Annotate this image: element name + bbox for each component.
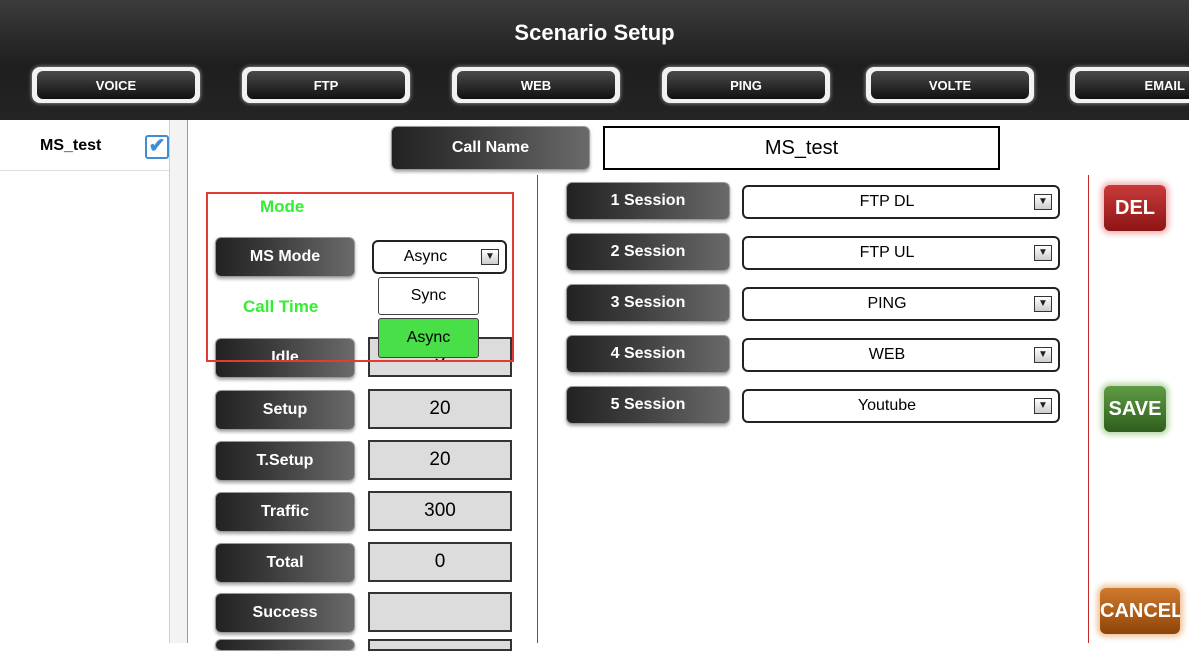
next-row-value[interactable] [368, 639, 512, 651]
session-3-value: PING [867, 295, 907, 312]
session-4-value: WEB [868, 346, 906, 363]
tab-email-label: EMAIL [1075, 71, 1189, 99]
sidebar-scrollbar[interactable] [169, 120, 187, 643]
del-button[interactable]: DEL [1104, 185, 1166, 231]
sidebar: MS_test ✔ [0, 120, 188, 643]
tab-ftp[interactable]: FTP [242, 67, 410, 103]
session-2-select[interactable]: FTP UL ▼ [742, 236, 1060, 270]
sidebar-item-label: MS_test [40, 137, 102, 154]
call-name-input[interactable]: MS_test [603, 126, 1000, 170]
traffic-label: Traffic [215, 492, 355, 532]
session-5-select[interactable]: Youtube ▼ [742, 389, 1060, 423]
dropdown-arrow-icon: ▼ [1034, 347, 1052, 363]
column-divider-right [1088, 175, 1089, 643]
tab-ftp-label: FTP [247, 71, 405, 99]
session-2-value: FTP UL [859, 244, 915, 261]
tab-ping-label: PING [667, 71, 825, 99]
session-1-label: 1 Session [566, 182, 730, 220]
dropdown-arrow-icon: ▼ [1034, 398, 1052, 414]
session-5-value: Youtube [857, 397, 917, 414]
tab-ping[interactable]: PING [662, 67, 830, 103]
tab-volte[interactable]: VOLTE [866, 67, 1034, 103]
setup-value[interactable]: 20 [368, 389, 512, 429]
highlight-box [206, 192, 514, 362]
call-name-label: Call Name [391, 126, 590, 170]
total-value[interactable]: 0 [368, 542, 512, 582]
t-setup-value[interactable]: 20 [368, 440, 512, 480]
tab-web-label: WEB [457, 71, 615, 99]
session-1-value: FTP DL [859, 193, 915, 210]
dropdown-arrow-icon: ▼ [1034, 194, 1052, 210]
total-label: Total [215, 543, 355, 583]
cancel-button[interactable]: CANCEL [1100, 588, 1180, 634]
t-setup-label: T.Setup [215, 441, 355, 481]
save-button[interactable]: SAVE [1104, 386, 1166, 432]
success-label: Success [215, 593, 355, 633]
tab-email[interactable]: EMAIL [1070, 67, 1189, 103]
next-row-label [215, 639, 355, 651]
tab-voice[interactable]: VOICE [32, 67, 200, 103]
session-1-select[interactable]: FTP DL ▼ [742, 185, 1060, 219]
session-3-select[interactable]: PING ▼ [742, 287, 1060, 321]
session-4-label: 4 Session [566, 335, 730, 373]
dropdown-arrow-icon: ▼ [1034, 296, 1052, 312]
session-3-label: 3 Session [566, 284, 730, 322]
column-divider-left [537, 175, 538, 643]
tab-volte-label: VOLTE [871, 71, 1029, 99]
success-value[interactable] [368, 592, 512, 632]
session-5-label: 5 Session [566, 386, 730, 424]
session-2-label: 2 Session [566, 233, 730, 271]
tab-web[interactable]: WEB [452, 67, 620, 103]
sidebar-item-ms-test[interactable]: MS_test ✔ [0, 120, 169, 171]
setup-label: Setup [215, 390, 355, 430]
session-4-select[interactable]: WEB ▼ [742, 338, 1060, 372]
checkbox-checked-icon[interactable]: ✔ [145, 135, 169, 159]
traffic-value[interactable]: 300 [368, 491, 512, 531]
dropdown-arrow-icon: ▼ [1034, 245, 1052, 261]
tab-voice-label: VOICE [37, 71, 195, 99]
page-title: Scenario Setup [514, 20, 675, 45]
